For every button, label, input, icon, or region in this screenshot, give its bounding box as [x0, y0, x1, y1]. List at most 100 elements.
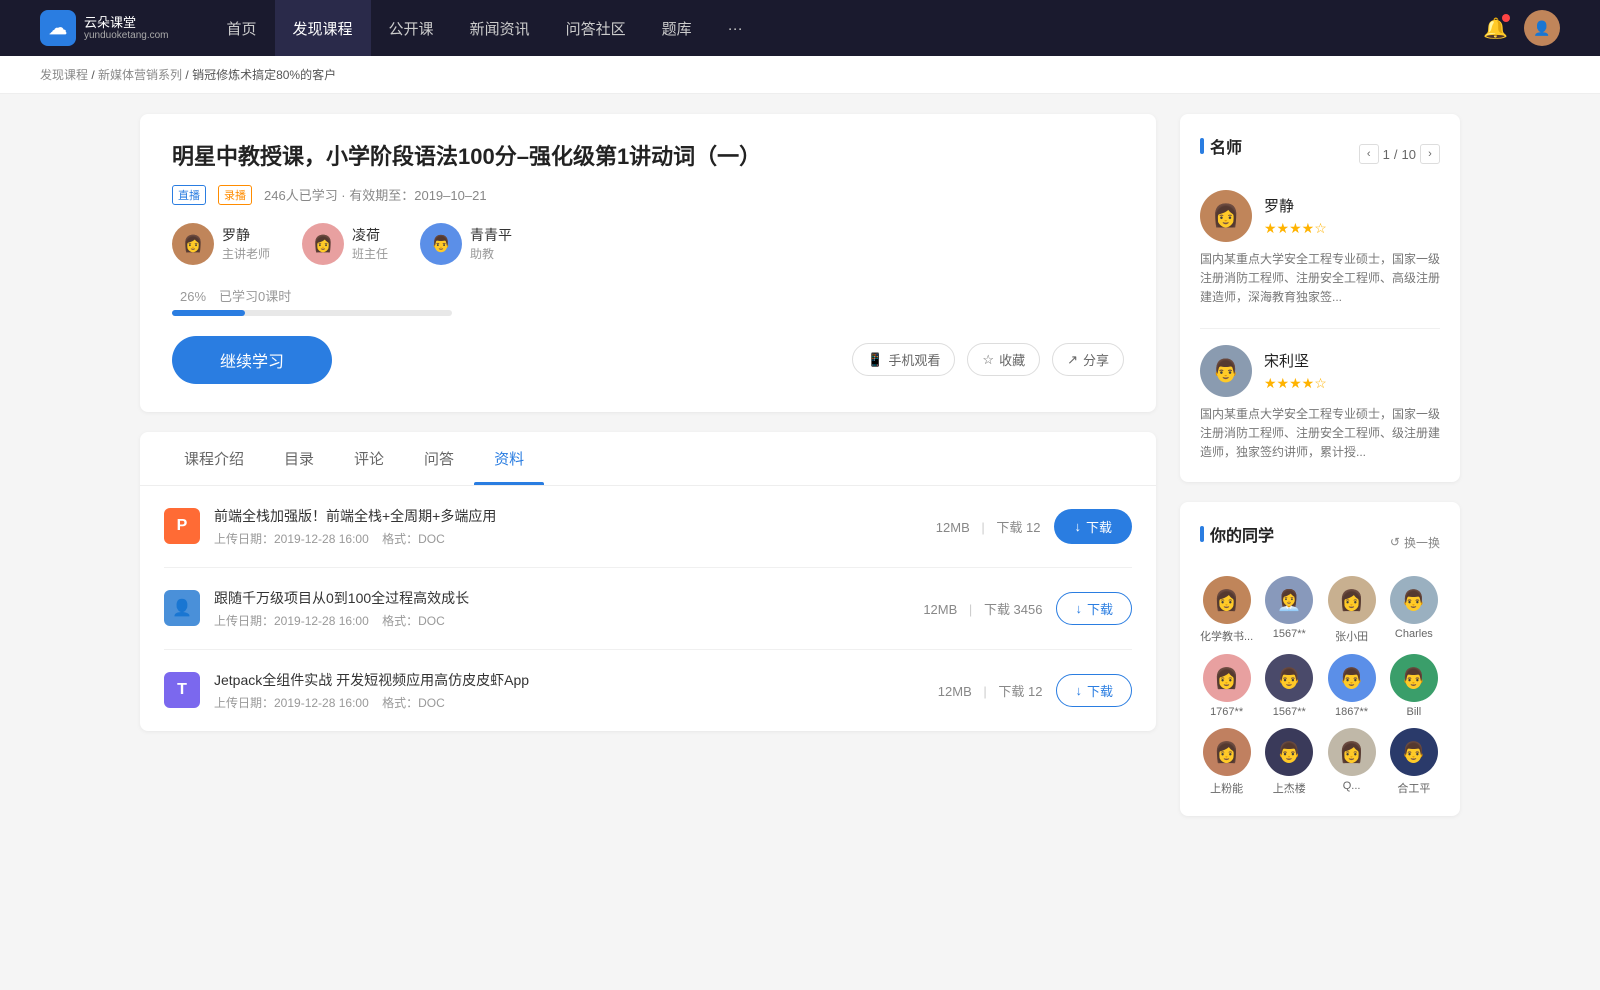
badge-record: 录播: [218, 185, 252, 205]
breadcrumb-series[interactable]: 新媒体营销系列: [98, 68, 182, 82]
sidebar-teacher-stars-1: ★★★★☆: [1264, 375, 1327, 392]
nav-right: 🔔 👤: [1483, 10, 1560, 46]
classmate-item-5: 👨 1567**: [1263, 654, 1315, 718]
classmates-grid: 👩 化学教书... 👩‍💼 1567** 👩 张小田 👨 Charles 👩: [1200, 576, 1440, 796]
classmate-avatar-4: 👩: [1203, 654, 1251, 702]
resource-meta-1: 上传日期：2019-12-28 16:00 格式：DOC: [214, 612, 909, 629]
teacher-page-total: 10: [1402, 147, 1416, 162]
classmate-name-9: 上杰楼: [1273, 780, 1306, 796]
sidebar-teacher-0: 👩 罗静 ★★★★☆ 国内某重点大学安全工程专业硕士，国家一级注册消防工程师、注…: [1200, 190, 1440, 308]
nav-item-more[interactable]: ···: [710, 0, 761, 56]
progress-bar-background: [172, 310, 452, 316]
classmate-item-4: 👩 1767**: [1200, 654, 1253, 718]
download-button-2[interactable]: ↓ 下载: [1056, 674, 1132, 707]
classmate-avatar-7: 👨: [1390, 654, 1438, 702]
classmate-name-4: 1767**: [1210, 706, 1243, 718]
phone-view-button[interactable]: 📱 手机观看: [852, 343, 955, 376]
phone-icon: 📱: [867, 352, 883, 368]
download-icon-2: ↓: [1075, 683, 1082, 698]
classmate-name-0: 化学教书...: [1200, 628, 1253, 644]
classmate-item-7: 👨 Bill: [1388, 654, 1440, 718]
breadcrumb-discover[interactable]: 发现课程: [40, 68, 88, 82]
nav-item-quiz[interactable]: 题库: [644, 0, 710, 56]
tab-catalog[interactable]: 目录: [264, 432, 334, 485]
teacher-role-0: 主讲老师: [222, 245, 270, 262]
tab-intro[interactable]: 课程介绍: [164, 432, 264, 485]
progress-bar-fill: [172, 310, 245, 316]
resource-icon-2: T: [164, 672, 200, 708]
notification-bell[interactable]: 🔔: [1483, 16, 1508, 41]
teacher-info-1: 凌荷 班主任: [352, 225, 388, 262]
teacher-avatar-2: 👨: [420, 223, 462, 265]
teacher-next-button[interactable]: ›: [1420, 144, 1440, 164]
classmates-title: 你的同学: [1200, 522, 1274, 546]
classmate-name-2: 张小田: [1335, 628, 1368, 644]
teacher-avatar-0: 👩: [172, 223, 214, 265]
classmate-item-8: 👩 上粉能: [1200, 728, 1253, 796]
teachers-sidebar-card: 名师 ‹ 1 / 10 › 👩 罗静 ★★★★☆: [1180, 114, 1460, 482]
progress-section: 26% 已学习0课时: [172, 285, 1124, 316]
badge-live: 直播: [172, 185, 206, 205]
tab-qa[interactable]: 问答: [404, 432, 474, 485]
resource-name-0: 前端全栈加强版！前端全栈+全周期+多端应用: [214, 506, 922, 526]
sidebar-teacher-name-0: 罗静: [1264, 195, 1327, 216]
teacher-prev-button[interactable]: ‹: [1359, 144, 1379, 164]
sidebar-teacher-top-0: 👩 罗静 ★★★★☆: [1200, 190, 1440, 242]
refresh-button[interactable]: ↺ 换一换: [1390, 534, 1440, 551]
tabs-header: 课程介绍 目录 评论 问答 资料: [140, 432, 1156, 486]
course-card: 明星中教授课，小学阶段语法100分–强化级第1讲动词（一） 直播 录播 246人…: [140, 114, 1156, 412]
classmate-item-6: 👨 1867**: [1325, 654, 1377, 718]
classmate-avatar-1: 👩‍💼: [1265, 576, 1313, 624]
resource-icon-0: P: [164, 508, 200, 544]
classmate-avatar-11: 👨: [1390, 728, 1438, 776]
continue-button[interactable]: 继续学习: [172, 336, 332, 384]
sidebar-teacher-name-1: 宋利坚: [1264, 350, 1327, 371]
nav-item-news[interactable]: 新闻资讯: [452, 0, 548, 56]
classmate-avatar-5: 👨: [1265, 654, 1313, 702]
nav-item-public[interactable]: 公开课: [371, 0, 452, 56]
left-column: 明星中教授课，小学阶段语法100分–强化级第1讲动词（一） 直播 录播 246人…: [140, 114, 1156, 836]
main-content: 明星中教授课，小学阶段语法100分–强化级第1讲动词（一） 直播 录播 246人…: [100, 94, 1500, 856]
teacher-name-1: 凌荷: [352, 225, 388, 245]
classmate-name-10: Q...: [1343, 780, 1361, 792]
nav-item-discover[interactable]: 发现课程: [275, 0, 371, 56]
classmate-name-5: 1567**: [1273, 706, 1306, 718]
collect-button[interactable]: ☆ 收藏: [967, 343, 1040, 376]
classmate-item-0: 👩 化学教书...: [1200, 576, 1253, 644]
logo[interactable]: ☁ 云朵课堂 yunduoketang.com: [40, 10, 169, 46]
classmates-sidebar-card: 你的同学 ↺ 换一换 👩 化学教书... 👩‍💼 1567** 👩 张小田: [1180, 502, 1460, 816]
classmate-name-7: Bill: [1407, 706, 1422, 718]
resource-size-2: 12MB | 下载 12: [938, 681, 1043, 700]
course-title: 明星中教授课，小学阶段语法100分–强化级第1讲动词（一）: [172, 142, 1124, 173]
classmate-avatar-8: 👩: [1203, 728, 1251, 776]
logo-icon: ☁: [40, 10, 76, 46]
resource-info-2: Jetpack全组件实战 开发短视频应用高仿皮皮虾App 上传日期：2019-1…: [214, 670, 924, 711]
star-icon: ☆: [982, 352, 994, 368]
refresh-icon: ↺: [1390, 535, 1400, 549]
download-button-1[interactable]: ↓ 下载: [1056, 592, 1132, 625]
teacher-name-0: 罗静: [222, 225, 270, 245]
resource-info-0: 前端全栈加强版！前端全栈+全周期+多端应用 上传日期：2019-12-28 16…: [214, 506, 922, 547]
nav-items: 首页 发现课程 公开课 新闻资讯 问答社区 题库 ···: [209, 0, 1484, 56]
teacher-role-1: 班主任: [352, 245, 388, 262]
classmate-item-11: 👨 合工平: [1388, 728, 1440, 796]
tab-review[interactable]: 评论: [334, 432, 404, 485]
download-button-0[interactable]: ↓ 下载: [1054, 509, 1132, 544]
classmate-item-10: 👩 Q...: [1325, 728, 1377, 796]
action-buttons: 📱 手机观看 ☆ 收藏 ↗ 分享: [852, 343, 1124, 376]
classmate-name-6: 1867**: [1335, 706, 1368, 718]
resource-item-1: 👤 跟随千万级项目从0到100全过程高效成长 上传日期：2019-12-28 1…: [164, 568, 1132, 650]
tab-resource[interactable]: 资料: [474, 432, 544, 485]
breadcrumb: 发现课程 / 新媒体营销系列 / 销冠修炼术搞定80%的客户: [0, 56, 1600, 94]
resource-item-2: T Jetpack全组件实战 开发短视频应用高仿皮皮虾App 上传日期：2019…: [164, 650, 1132, 731]
user-avatar[interactable]: 👤: [1524, 10, 1560, 46]
notification-dot: [1502, 14, 1510, 22]
teacher-item-2: 👨 青青平 助教: [420, 223, 512, 265]
share-button[interactable]: ↗ 分享: [1052, 343, 1124, 376]
classmate-name-3: Charles: [1395, 628, 1433, 640]
nav-item-qa[interactable]: 问答社区: [548, 0, 644, 56]
nav-item-home[interactable]: 首页: [209, 0, 275, 56]
sidebar-teacher-avatar-0: 👩: [1200, 190, 1252, 242]
resource-name-2: Jetpack全组件实战 开发短视频应用高仿皮皮虾App: [214, 670, 924, 690]
resource-size-0: 12MB | 下载 12: [936, 517, 1041, 536]
